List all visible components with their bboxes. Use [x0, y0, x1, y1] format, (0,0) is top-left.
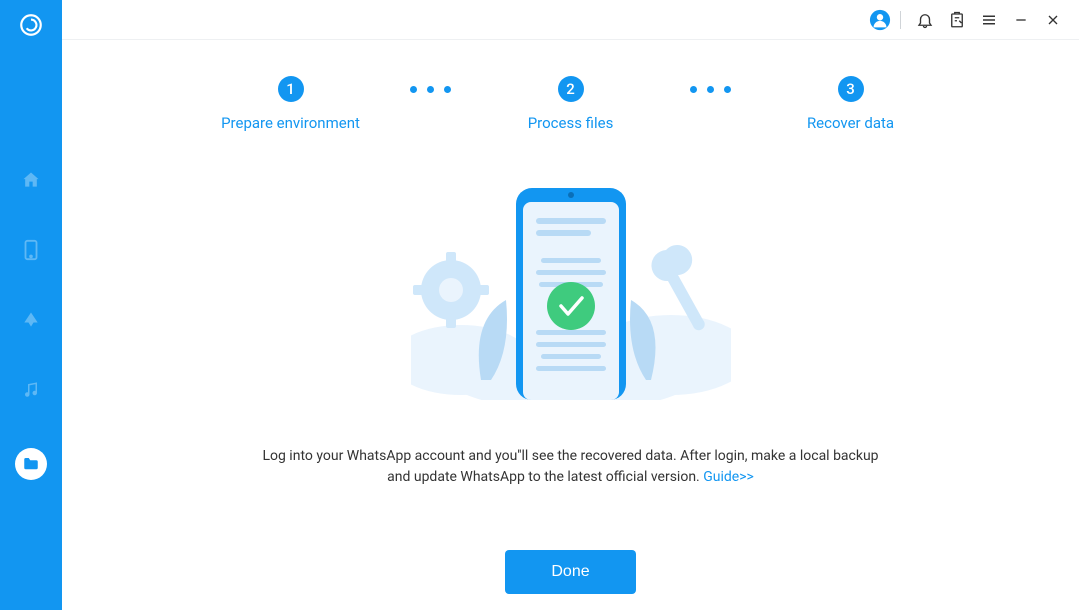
step-number: 2 [558, 76, 584, 102]
sidebar-item-music[interactable] [19, 378, 43, 402]
titlebar [62, 0, 1079, 40]
progress-stepper: 1 Prepare environment 2 Process files 3 … [62, 76, 1079, 132]
step-number: 3 [838, 76, 864, 102]
feedback-button[interactable] [943, 6, 971, 34]
sidebar-item-phone[interactable] [19, 238, 43, 262]
success-illustration [411, 180, 731, 400]
app-logo-icon [18, 12, 44, 38]
notifications-button[interactable] [911, 6, 939, 34]
account-button[interactable] [866, 6, 894, 34]
guide-link[interactable]: Guide>> [703, 469, 754, 485]
instruction-body: Log into your WhatsApp account and you''… [262, 448, 878, 485]
menu-button[interactable] [975, 6, 1003, 34]
step-connector [381, 86, 481, 93]
sidebar-item-folder[interactable] [15, 448, 47, 480]
minimize-button[interactable] [1007, 6, 1035, 34]
done-button[interactable]: Done [505, 550, 635, 594]
instruction-text: Log into your WhatsApp account and you''… [261, 446, 881, 488]
step-label: Recover data [807, 114, 894, 132]
step-label: Process files [528, 114, 614, 132]
sidebar-item-cloud[interactable] [19, 308, 43, 332]
step-1: 1 Prepare environment [201, 76, 381, 132]
step-number: 1 [278, 76, 304, 102]
step-2: 2 Process files [481, 76, 661, 132]
close-button[interactable] [1039, 6, 1067, 34]
step-connector [661, 86, 761, 93]
sidebar [0, 0, 62, 610]
step-label: Prepare environment [221, 114, 360, 132]
divider [900, 11, 901, 29]
sidebar-item-home[interactable] [19, 168, 43, 192]
main-content: 1 Prepare environment 2 Process files 3 … [62, 40, 1079, 610]
step-3: 3 Recover data [761, 76, 941, 132]
